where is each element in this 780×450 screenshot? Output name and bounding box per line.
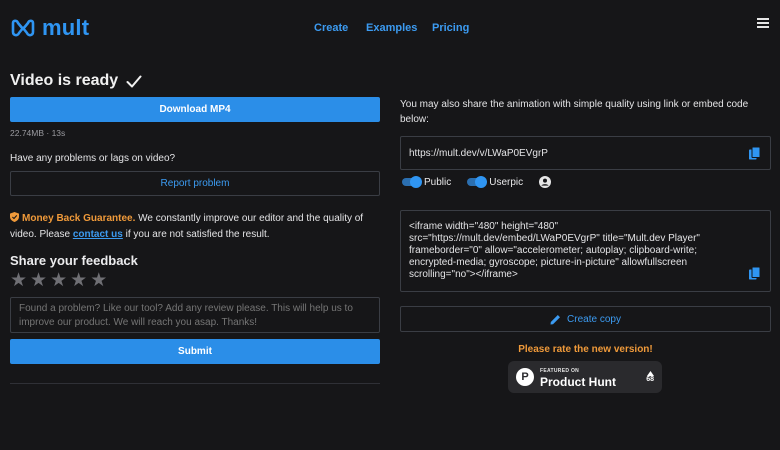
ph-votes: 68 — [646, 370, 654, 384]
share-description: You may also share the animation with si… — [400, 99, 749, 125]
nav-pricing-link[interactable]: Pricing — [432, 22, 469, 34]
star-rating: ★ ★ ★ ★ ★ — [10, 271, 107, 290]
ph-featured-label: FEATURED ON — [540, 367, 580, 374]
download-mp4-button[interactable]: Download MP4 — [10, 97, 380, 122]
star-icon-2[interactable]: ★ — [30, 271, 47, 290]
copy-icon[interactable] — [749, 147, 760, 160]
star-icon-5[interactable]: ★ — [90, 271, 107, 290]
mult-logo-icon — [11, 19, 35, 37]
rate-prompt: Please rate the new version! — [518, 344, 653, 355]
copy-icon[interactable] — [749, 267, 760, 280]
userpic-label: Userpic — [489, 176, 524, 188]
star-icon-4[interactable]: ★ — [70, 271, 87, 290]
share-link[interactable]: https://mult.dev/v/LWaP0EVgrP — [409, 148, 548, 159]
product-hunt-badge[interactable]: P FEATURED ON Product Hunt 68 — [508, 361, 662, 393]
guarantee-badge: Money Back Guarantee. — [22, 213, 136, 224]
review-textarea[interactable] — [10, 297, 380, 333]
nav-create-link[interactable]: Create — [314, 22, 348, 34]
star-icon-1[interactable]: ★ — [10, 271, 27, 290]
page-title: Video is ready — [10, 72, 119, 89]
file-meta: 22.74MB · 13s — [10, 128, 66, 138]
ph-name: Product Hunt — [540, 374, 616, 389]
share-link-field[interactable]: https://mult.dev/v/LWaP0EVgrP — [400, 136, 771, 170]
brand-name: mult — [42, 15, 90, 40]
product-hunt-logo-icon: P — [516, 368, 534, 386]
embed-code-field[interactable]: <iframe width="480" height="480" src="ht… — [400, 210, 771, 292]
submit-button[interactable]: Submit — [10, 339, 380, 364]
create-copy-label: Create copy — [567, 313, 621, 325]
problems-question: Have any problems or lags on video? — [10, 153, 176, 164]
hamburger-icon[interactable] — [757, 18, 769, 28]
contact-us-link[interactable]: contact us — [73, 229, 123, 240]
pencil-icon — [550, 314, 561, 324]
create-copy-button[interactable]: Create copy — [400, 306, 771, 332]
public-switch[interactable] — [402, 176, 422, 188]
video-ready-heading: Video is ready — [10, 72, 142, 90]
star-icon-3[interactable]: ★ — [50, 271, 67, 290]
checkmark-icon — [126, 75, 142, 87]
userpic-toggle[interactable]: Userpic — [467, 176, 524, 188]
money-back-guarantee: Money Back Guarantee. We constantly impr… — [10, 211, 380, 243]
guarantee-text-2: if you are not satisfied the result. — [122, 229, 270, 240]
public-toggle[interactable]: Public — [402, 176, 452, 188]
share-options: Public Userpic — [402, 176, 552, 188]
divider — [10, 383, 380, 384]
user-avatar-icon — [539, 176, 552, 188]
public-label: Public — [424, 176, 452, 188]
report-problem-button[interactable]: Report problem — [10, 171, 380, 196]
shield-check-icon — [10, 212, 19, 222]
nav-examples-link[interactable]: Examples — [366, 22, 417, 34]
feedback-title: Share your feedback — [10, 253, 138, 268]
brand-logo[interactable]: mult — [10, 15, 89, 41]
embed-code[interactable]: <iframe width="480" height="480" src="ht… — [409, 221, 744, 281]
ph-vote-count: 68 — [646, 375, 654, 383]
userpic-switch[interactable] — [467, 176, 488, 188]
